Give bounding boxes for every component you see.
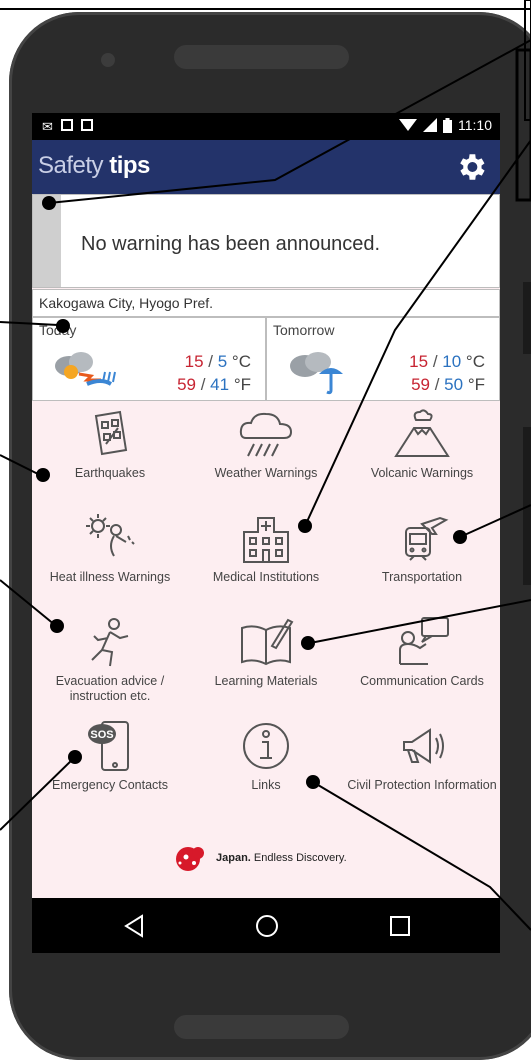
menu-transportation[interactable]: Transportation [344,512,500,616]
earpiece-speaker [174,45,349,69]
cloud-storm-icon [55,352,116,386]
book-icon [241,618,294,666]
app-title-light: Safety [38,152,104,179]
wifi-icon [399,119,417,131]
sos-phone-icon: SOS [88,721,129,771]
top-rule [0,8,531,10]
japan-logo: Japan. Endless Discovery. [172,843,347,873]
forecast-today-temps: 15 / 5 °C 59 / 41 °F [177,352,251,394]
front-camera [101,53,115,67]
menu-label: Links [251,778,281,792]
hospital-icon [243,517,289,563]
logo-text-bold: Japan. [216,852,251,864]
menu-communication-cards[interactable]: Communication Cards [344,616,500,720]
today-high-c: 15 [184,352,204,371]
evacuation-icon [91,618,129,667]
tomorrow-high-c: 15 [409,352,429,371]
signal-icon [423,118,437,132]
menu-links[interactable]: Links [188,720,344,824]
battery-icon [443,117,452,133]
bottom-speaker [174,1015,349,1039]
forecast-tomorrow-label: Tomorrow [273,322,335,338]
menu-label: Evacuation advice / instruction etc. [55,674,165,703]
warning-text: No warning has been announced. [81,233,381,255]
unit-celsius: °C [465,352,485,371]
image-notification-icon [60,119,73,131]
menu-civil-protection[interactable]: Civil Protection Information [344,720,500,824]
menu-heat-illness[interactable]: Heat illness Warnings [32,512,188,616]
app-bar: Safety tips [32,140,500,194]
forecast-today-label: Today [39,322,77,338]
menu-label: Learning Materials [214,674,318,688]
menu-label: Earthquakes [74,466,146,480]
communication-card-icon [399,617,449,665]
forecast-tomorrow[interactable]: Tomorrow 15 / 10 °C 59 / 50 °F [266,317,500,401]
recents-icon[interactable] [386,912,414,940]
back-icon[interactable] [120,912,148,940]
tomorrow-high-f: 59 [411,375,430,394]
cherry-blossom-logo-icon [176,847,204,871]
tomorrow-low-f: 50 [444,375,464,394]
unit-fahrenheit: °F [233,375,251,394]
download-notification-icon [80,119,93,131]
forecast-today[interactable]: Today 15 / 5 °C 59 / 41 °F [32,317,266,401]
transportation-icon [405,516,449,561]
unit-fahrenheit: °F [467,375,485,394]
menu-volcanic-warnings[interactable]: Volcanic Warnings [344,408,500,512]
menu-label: Heat illness Warnings [49,570,171,584]
rain-cloud-icon [239,412,293,457]
app-screen: ✉ 11:10 Safety tips No warning has been … [32,113,500,953]
warning-level-strip [33,195,61,287]
menu-label: Transportation [381,570,463,584]
menu-evacuation[interactable]: Evacuation advice / instruction etc. [32,616,188,720]
menu-label: Civil Protection Information [347,778,497,792]
today-high-f: 59 [177,375,196,394]
volcano-icon [394,409,450,457]
sos-badge: SOS [90,729,113,741]
location-label: Kakogawa City, Hyogo Pref. [32,289,500,317]
forecast-tomorrow-temps: 15 / 10 °C 59 / 50 °F [409,352,485,394]
warning-panel[interactable]: No warning has been announced. [32,194,500,288]
notification-icon: ✉ [42,119,53,134]
home-icon[interactable] [253,912,281,940]
menu-medical-institutions[interactable]: Medical Institutions [188,512,344,616]
logo-text-rest: Endless Discovery. [253,852,347,864]
app-title: Safety tips [38,152,150,180]
menu-weather-warnings[interactable]: Weather Warnings [188,408,344,512]
earthquake-icon [94,410,128,456]
volume-button[interactable] [523,427,531,585]
menu-label: Weather Warnings [214,466,318,480]
menu-label: Communication Cards [360,674,484,688]
power-button[interactable] [523,282,531,354]
unit-celsius: °C [231,352,251,371]
menu-learning-materials[interactable]: Learning Materials [188,616,344,720]
app-title-bold: tips [109,152,150,179]
menu-label: Emergency Contacts [51,778,169,792]
today-low-c: 5 [217,352,228,371]
megaphone-icon [403,728,444,764]
menu-emergency-contacts[interactable]: SOS Emergency Contacts [32,720,188,824]
clock: 11:10 [458,117,492,133]
gear-icon[interactable] [454,150,488,184]
android-nav-bar [32,898,500,953]
menu-earthquakes[interactable]: Earthquakes [32,408,188,512]
menu-label: Medical Institutions [212,570,320,584]
status-bar: ✉ 11:10 [32,113,500,140]
tomorrow-low-c: 10 [442,352,462,371]
today-low-f: 41 [210,375,230,394]
info-icon [243,723,289,769]
cloud-umbrella-icon [290,352,343,395]
menu-label: Volcanic Warnings [370,466,474,480]
heat-illness-icon [86,514,135,557]
